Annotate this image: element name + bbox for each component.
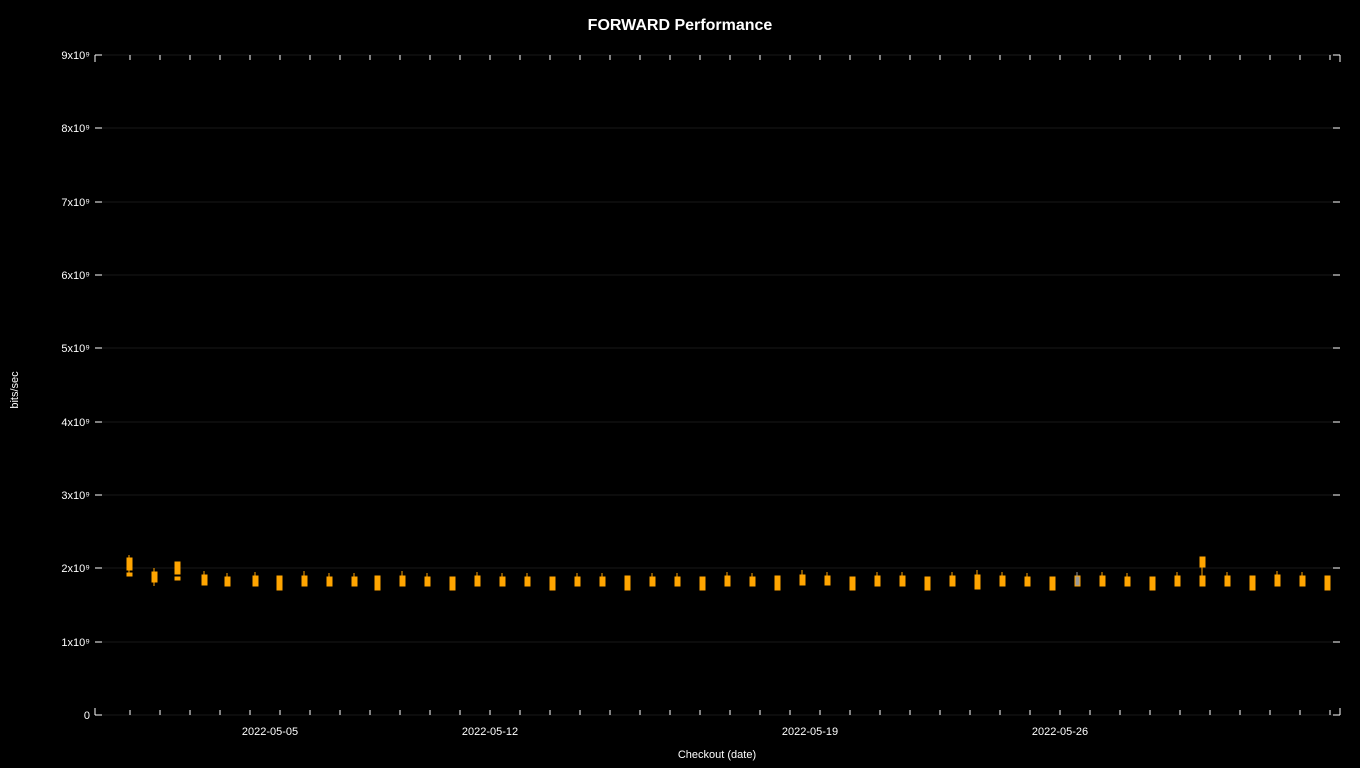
svg-text:8x10⁹: 8x10⁹ xyxy=(61,123,90,135)
chart-title: FORWARD Performance xyxy=(588,17,773,34)
y-axis-label: bits/sec xyxy=(9,371,21,409)
svg-text:1x10⁹: 1x10⁹ xyxy=(61,637,90,649)
svg-text:4x10⁹: 4x10⁹ xyxy=(61,417,90,429)
svg-text:9x10⁹: 9x10⁹ xyxy=(61,50,90,62)
x-tick-label-1: 2022-05-05 xyxy=(242,726,298,738)
svg-text:2x10⁹: 2x10⁹ xyxy=(61,563,90,575)
chart-svg: FORWARD Performance bits/sec Checkout (d… xyxy=(0,0,1360,768)
svg-text:0: 0 xyxy=(84,710,90,722)
x-tick-label-4: 2022-05-26 xyxy=(1032,726,1088,738)
svg-text:5x10⁹: 5x10⁹ xyxy=(61,343,90,355)
x-tick-label-2: 2022-05-12 xyxy=(462,726,518,738)
x-tick-label-3: 2022-05-19 xyxy=(782,726,838,738)
svg-text:3x10⁹: 3x10⁹ xyxy=(61,490,90,502)
svg-text:7x10⁹: 7x10⁹ xyxy=(61,197,90,209)
x-axis-label: Checkout (date) xyxy=(678,749,756,761)
svg-text:6x10⁹: 6x10⁹ xyxy=(61,270,90,282)
chart-container: FORWARD Performance bits/sec Checkout (d… xyxy=(0,0,1360,768)
